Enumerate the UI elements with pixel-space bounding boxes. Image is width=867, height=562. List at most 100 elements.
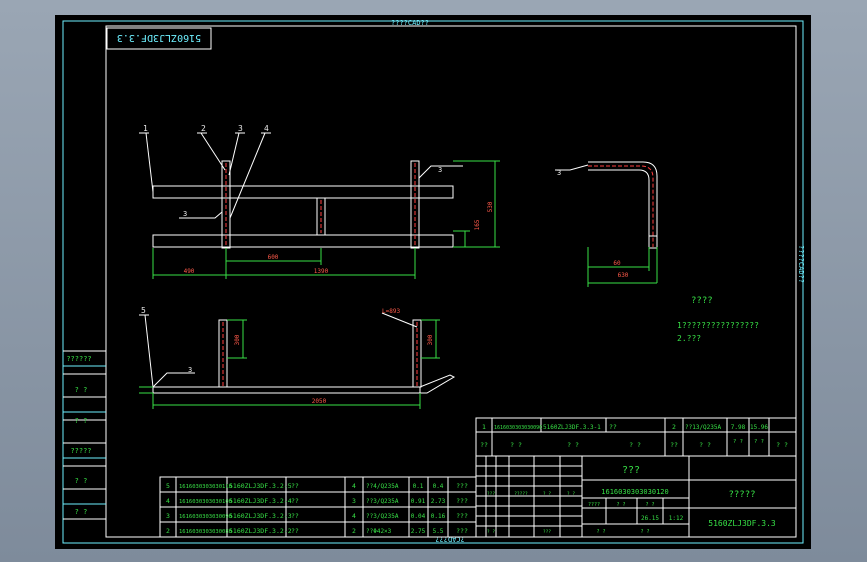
frame-right-label: ????CAD?? <box>797 245 805 283</box>
svg-text:??: ?? <box>609 423 617 431</box>
svg-text:???: ??? <box>456 497 468 505</box>
drawing-code-rotated: 5160ZLJ3DF.3.3 <box>117 32 201 43</box>
svg-text:? ?: ? ? <box>754 439 764 445</box>
left-zone-label-3: ? ? <box>75 417 88 425</box>
callout-1: 1 <box>143 124 148 133</box>
left-zone-label-2: ? ? <box>75 386 88 394</box>
left-zone-label-6: ? ? <box>75 508 88 516</box>
frame-bottom-label: ?CAD??? <box>435 535 465 543</box>
long-rail <box>152 386 421 394</box>
left-zone-label-1: ?????? <box>66 355 91 363</box>
cad-drawing: ????CAD?? ?CAD??? ????CAD?? 5160ZLJ3DF.3… <box>62 19 805 544</box>
svg-text:???: ??? <box>487 491 495 497</box>
svg-text:2.75: 2.75 <box>411 528 426 535</box>
svg-text:2: 2 <box>166 527 170 535</box>
front-view: 1 2 3 4 3 3 490 600 1390 530 165 <box>139 124 500 279</box>
bom-row-1-and-header <box>475 417 797 457</box>
dim-530: 530 <box>487 201 494 212</box>
svg-text:??: ?? <box>291 527 299 535</box>
dim-490: 490 <box>184 268 195 275</box>
svg-text:3: 3 <box>166 512 170 520</box>
dim-600: 600 <box>268 254 279 261</box>
svg-text:??13/Q235A: ??13/Q235A <box>685 424 722 431</box>
svg-text:7.98: 7.98 <box>731 424 746 431</box>
lower-beam <box>152 234 454 248</box>
title-part-code: 1616030303030120 <box>601 488 668 496</box>
svg-text:5160ZLJ3DF.3.3-1: 5160ZLJ3DF.3.3-1 <box>543 424 601 431</box>
svg-text:2: 2 <box>672 423 676 431</box>
svg-text:????: ???? <box>588 502 600 508</box>
svg-text:3: 3 <box>557 169 561 177</box>
svg-text:? ?: ? ? <box>776 441 788 449</box>
svg-text:5160ZLJ3DF.3.2-5: 5160ZLJ3DF.3.2-5 <box>229 482 292 490</box>
dim-bottom-300-left: 300 <box>234 334 241 345</box>
notes-title: ???? <box>691 296 713 306</box>
svg-text:0.04: 0.04 <box>411 513 426 520</box>
dim-bottom-300-right: 300 <box>427 334 434 345</box>
dim-bottom-2050: 2050 <box>312 398 327 405</box>
left-zone-label-5: ? ? <box>75 477 88 485</box>
frame-top-label: ????CAD?? <box>391 19 429 27</box>
dim-side-60: 60 <box>613 260 621 267</box>
left-zone-label-4: ????? <box>70 447 91 455</box>
svg-text:1616030303030090: 1616030303030090 <box>179 514 232 520</box>
svg-text:? ?: ? ? <box>567 441 579 449</box>
svg-text:3: 3 <box>188 366 192 374</box>
svg-text:??3/Q235A: ??3/Q235A <box>366 498 399 505</box>
svg-text:5160ZLJ3DF.3.2-4: 5160ZLJ3DF.3.2-4 <box>229 497 292 505</box>
svg-text:??Φ42×3: ??Φ42×3 <box>366 528 392 535</box>
title-weight: 26.15 <box>641 515 659 522</box>
svg-text:3: 3 <box>183 210 187 218</box>
callout-2: 2 <box>201 124 206 133</box>
bottom-view: 5 3 300 300 2050 L=893 <box>139 306 456 409</box>
svg-text:3: 3 <box>352 497 356 505</box>
side-view: 3 60 630 <box>555 161 658 287</box>
notes-line-2: 2.??? <box>677 334 701 343</box>
svg-text:? ?: ? ? <box>616 502 625 508</box>
svg-text:5: 5 <box>166 482 170 490</box>
svg-text:??4/Q235A: ??4/Q235A <box>366 483 399 490</box>
svg-text:? ?: ? ? <box>629 441 641 449</box>
svg-text:? ?: ? ? <box>733 439 743 445</box>
svg-text:???: ??? <box>456 512 468 520</box>
svg-text:1: 1 <box>482 423 486 431</box>
outer-frame <box>62 20 804 544</box>
callout-5: 5 <box>141 306 146 315</box>
svg-text:4: 4 <box>352 512 356 520</box>
dim-bottom-tag: L=893 <box>382 308 400 315</box>
dim-165: 165 <box>474 219 481 230</box>
svg-text:1616030303030110: 1616030303030110 <box>179 484 232 490</box>
svg-text:1616030303030090: 1616030303030090 <box>494 425 542 431</box>
svg-text:4: 4 <box>352 482 356 490</box>
svg-text:0.4: 0.4 <box>433 483 444 490</box>
weld-symbol-bottom <box>152 372 195 388</box>
dim-1390: 1390 <box>314 268 329 275</box>
svg-text:???: ??? <box>456 482 468 490</box>
svg-text:? ?: ? ? <box>487 529 495 535</box>
svg-text:??: ?? <box>670 441 678 449</box>
callout-3: 3 <box>238 124 243 133</box>
svg-text:?????: ????? <box>514 491 528 497</box>
svg-text:? ?: ? ? <box>510 441 522 449</box>
svg-text:? ?: ? ? <box>567 491 575 497</box>
notes-line-1: 1???????????????? <box>677 321 759 330</box>
svg-text:0.91: 0.91 <box>411 498 426 505</box>
svg-text:5160ZLJ3DF.3.2-3: 5160ZLJ3DF.3.2-3 <box>229 512 292 520</box>
svg-text:2.73: 2.73 <box>431 498 446 505</box>
dim-side-630: 630 <box>618 272 629 279</box>
svg-text:??: ?? <box>480 441 488 449</box>
svg-text:1616030303030100: 1616030303030100 <box>179 499 232 505</box>
svg-text:??: ?? <box>291 482 299 490</box>
svg-text:? ?: ? ? <box>645 502 654 508</box>
svg-text:? ?: ? ? <box>699 441 711 449</box>
svg-text:1616030303030080: 1616030303030080 <box>179 529 232 535</box>
svg-text:???: ??? <box>456 527 468 535</box>
svg-text:???: ??? <box>543 529 551 535</box>
bent-pipe <box>588 161 658 247</box>
svg-text:? ?: ? ? <box>596 529 605 535</box>
rail-bend <box>419 374 456 394</box>
svg-text:0.1: 0.1 <box>413 483 424 490</box>
svg-text:2: 2 <box>352 527 356 535</box>
left-zone-column <box>63 350 106 520</box>
inner-frame <box>105 25 797 538</box>
